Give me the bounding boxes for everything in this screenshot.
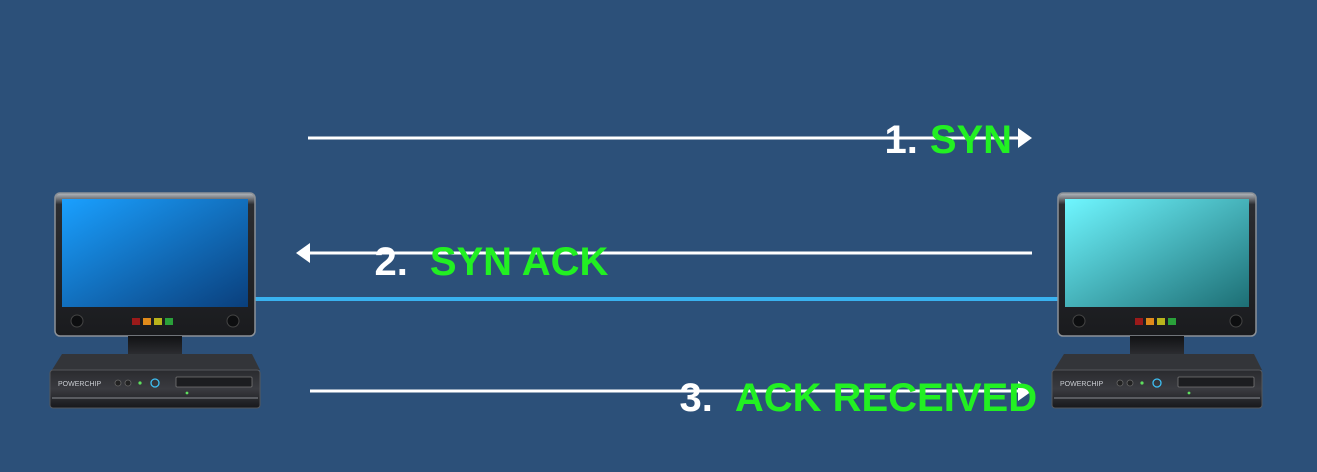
step-text: SYN ACK: [429, 240, 609, 284]
step-number: 2.: [374, 240, 408, 284]
step-number: 3.: [679, 376, 713, 420]
step-text: SYN: [929, 118, 1013, 162]
brand-label: POWERCHIP: [1060, 381, 1104, 388]
brand-label: POWERCHIP: [58, 381, 102, 388]
step-text: ACK RECEIVED: [734, 376, 1038, 420]
step-number: 1.: [884, 118, 918, 162]
tcp-handshake-diagram: POWERCHIP POWERCHIP 1. SYN 2. SYN ACK 3.…: [0, 0, 1317, 472]
step-label-syn-ack: 2. SYN ACK: [330, 202, 608, 322]
computer-right: POWERCHIP: [1051, 192, 1263, 409]
step-label-ack-received: 3. ACK RECEIVED: [635, 338, 1037, 458]
monitor-screen: [62, 199, 248, 307]
step-label-syn: 1. SYN: [840, 80, 1012, 200]
monitor-screen: [1065, 199, 1249, 307]
computer-left: POWERCHIP: [49, 192, 261, 409]
